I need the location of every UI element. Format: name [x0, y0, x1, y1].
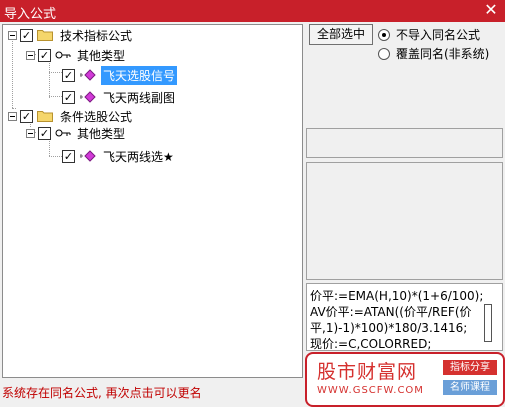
formula-icon	[80, 69, 96, 81]
formula-tree: ✓ 技术指标公式 ✓ 其他类型 ✓ 飞天选股信号 ✓ 飞天两线副图 ✓ 条件选股…	[2, 24, 303, 378]
tree-group-indicator[interactable]: ✓ 技术指标公式	[8, 26, 134, 44]
tree-item-formula[interactable]: ✓ 飞天两线选★	[62, 147, 176, 165]
collapse-toggle[interactable]	[26, 128, 35, 138]
radio-label: 覆盖同名(非系统)	[396, 47, 490, 61]
code-line: 现价:=C,COLORRED;	[310, 337, 432, 351]
radio-no-import[interactable]: 不导入同名公式	[378, 26, 480, 43]
item-label: 飞天两线选★	[103, 149, 174, 164]
formula-icon	[80, 150, 96, 162]
group-checkbox[interactable]: ✓	[20, 28, 33, 42]
formula-code-view[interactable]: 价平:=EMA(H,10)*(1+6/100); AV价平:=ATAN((价平/…	[306, 283, 503, 351]
watermark-brand: 股市财富网	[317, 361, 418, 383]
group-label: 技术指标公式	[60, 28, 133, 43]
collapse-toggle[interactable]	[8, 111, 17, 121]
scrollbar-thumb[interactable]	[484, 304, 492, 342]
watermark-tag: 指标分享	[443, 360, 497, 375]
info-box	[306, 128, 503, 158]
subgroup-checkbox[interactable]: ✓	[38, 48, 51, 62]
tree-subgroup-other[interactable]: ✓ 其他类型	[26, 46, 127, 64]
tree-item-formula[interactable]: ✓ 飞天选股信号	[62, 65, 178, 85]
radio-label: 不导入同名公式	[396, 28, 481, 42]
title-bar: 导入公式 ✕	[0, 0, 505, 22]
radio-button[interactable]	[378, 28, 390, 41]
folder-icon	[37, 30, 53, 41]
item-checkbox[interactable]: ✓	[62, 149, 75, 163]
radio-button[interactable]	[378, 47, 390, 60]
watermark-tag: 名师课程	[443, 380, 497, 395]
subgroup-checkbox[interactable]: ✓	[38, 126, 51, 140]
tree-item-formula[interactable]: ✓ 飞天两线副图	[62, 88, 177, 106]
close-icon[interactable]: ✕	[483, 1, 499, 19]
subgroup-label: 其他类型	[77, 126, 126, 141]
item-checkbox[interactable]: ✓	[62, 90, 75, 104]
key-icon	[55, 129, 71, 137]
key-icon	[55, 51, 71, 59]
description-box	[306, 162, 503, 280]
watermark-url: WWW.GSCFW.COM	[317, 385, 424, 396]
item-label: 飞天两线副图	[103, 90, 176, 105]
tree-subgroup-other[interactable]: ✓ 其他类型	[26, 124, 127, 142]
code-line: 平,1)-1)*100)*180/3.1416;	[310, 321, 468, 335]
tree-group-condition[interactable]: ✓ 条件选股公式	[8, 107, 134, 125]
collapse-toggle[interactable]	[26, 50, 35, 60]
subgroup-label: 其他类型	[77, 48, 126, 63]
watermark-logo: 股市财富网 WWW.GSCFW.COM 指标分享 名师课程	[305, 352, 505, 407]
select-all-button[interactable]: 全部选中	[309, 24, 373, 45]
group-checkbox[interactable]: ✓	[20, 109, 33, 123]
collapse-toggle[interactable]	[8, 30, 17, 40]
code-line: AV价平:=ATAN((价平/REF(价	[310, 305, 472, 319]
item-label: 飞天选股信号	[101, 65, 178, 85]
folder-icon	[37, 111, 53, 122]
formula-icon	[80, 91, 96, 103]
status-message: 系统存在同名公式, 再次点击可以更名	[2, 386, 202, 400]
item-checkbox[interactable]: ✓	[62, 68, 75, 82]
radio-overwrite[interactable]: 覆盖同名(非系统)	[378, 45, 489, 62]
code-line: 价平:=EMA(H,10)*(1+6/100);	[310, 289, 484, 303]
window-title: 导入公式	[4, 7, 57, 22]
